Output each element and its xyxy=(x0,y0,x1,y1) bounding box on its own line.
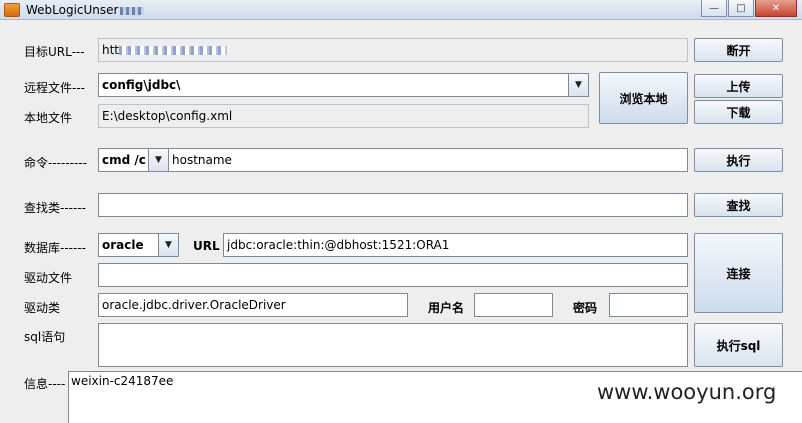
chevron-down-icon[interactable]: ▼ xyxy=(148,149,168,171)
execute-sql-button[interactable]: 执行sql xyxy=(694,323,783,367)
target-url-label: 目标URL--- xyxy=(24,45,85,59)
driver-class-input[interactable]: oracle.jdbc.driver.OracleDriver xyxy=(98,293,408,317)
minimize-button[interactable]: — xyxy=(701,0,727,17)
maximize-button[interactable]: □ xyxy=(728,0,754,17)
sql-label: sql语句 xyxy=(24,330,66,344)
database-type-combo[interactable]: oracle ▼ xyxy=(98,233,179,257)
chevron-down-icon[interactable]: ▼ xyxy=(158,234,178,256)
target-url-value: htt xyxy=(102,43,120,57)
connect-button[interactable]: 连接 xyxy=(694,233,783,313)
password-input[interactable] xyxy=(609,293,688,317)
local-file-field[interactable]: E:\desktop\config.xml xyxy=(98,104,589,128)
redacted-url xyxy=(119,46,228,55)
java-app-icon xyxy=(4,3,20,17)
find-class-label: 查找类------ xyxy=(24,201,86,215)
target-url-field[interactable]: htt xyxy=(98,38,688,62)
password-label: 密码 xyxy=(573,301,598,315)
info-label: 信息---- xyxy=(24,377,66,391)
window-title: WebLogicUnser xyxy=(26,3,145,17)
disconnect-button[interactable]: 断开 xyxy=(694,38,783,62)
database-type-value: oracle xyxy=(102,238,144,252)
download-button[interactable]: 下载 xyxy=(694,100,783,124)
shell-combo[interactable]: cmd /c ▼ xyxy=(98,148,169,172)
url-label: URL xyxy=(193,239,220,253)
remote-file-combo[interactable]: config\jdbc\ ▼ xyxy=(98,73,589,97)
database-label: 数据库------ xyxy=(24,241,86,255)
local-file-label: 本地文件 xyxy=(24,111,73,125)
remote-file-value: config\jdbc\ xyxy=(102,78,181,92)
find-class-input[interactable] xyxy=(98,193,688,217)
sql-textarea[interactable] xyxy=(98,323,688,367)
username-label: 用户名 xyxy=(428,301,465,315)
username-input[interactable] xyxy=(474,293,553,317)
browse-local-button[interactable]: 浏览本地 xyxy=(599,72,688,124)
window-controls: — □ ✕ xyxy=(701,0,797,17)
execute-button[interactable]: 执行 xyxy=(694,148,783,172)
redacted-title-suffix xyxy=(120,6,145,15)
info-output-text: weixin-c24187ee xyxy=(71,374,174,388)
title-bar: WebLogicUnser — □ ✕ xyxy=(0,0,802,20)
shell-value: cmd /c xyxy=(102,153,146,167)
chevron-down-icon[interactable]: ▼ xyxy=(568,74,588,96)
jdbc-url-input[interactable]: jdbc:oracle:thin:@dbhost:1521:ORA1 xyxy=(223,233,688,257)
watermark: www.wooyun.org xyxy=(597,380,777,404)
driver-class-label: 驱动类 xyxy=(24,301,61,315)
remote-file-label: 远程文件--- xyxy=(24,81,85,95)
driver-file-input[interactable] xyxy=(98,263,688,287)
command-label: 命令--------- xyxy=(24,156,87,170)
close-button[interactable]: ✕ xyxy=(755,0,797,17)
driver-file-label: 驱动文件 xyxy=(24,271,73,285)
command-input[interactable]: hostname xyxy=(168,148,688,172)
find-button[interactable]: 查找 xyxy=(694,193,783,217)
window-title-text: WebLogicUnser xyxy=(26,3,119,17)
upload-button[interactable]: 上传 xyxy=(694,74,783,98)
